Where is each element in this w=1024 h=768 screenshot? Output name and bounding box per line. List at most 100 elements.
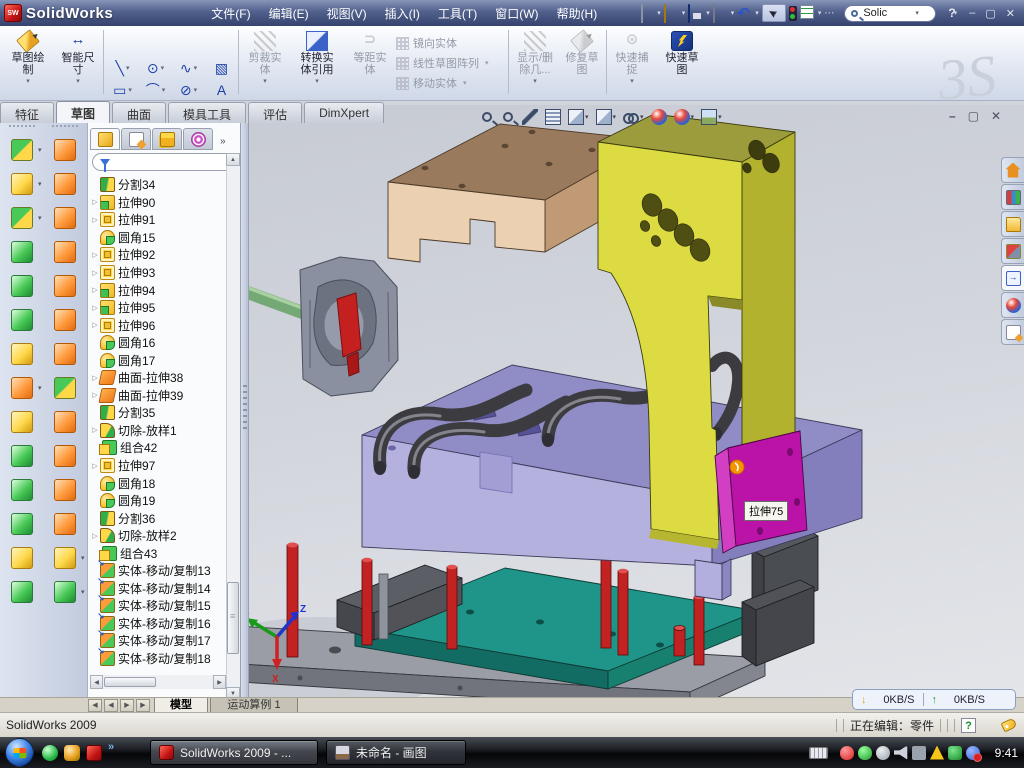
dropdown-arrow[interactable]: ▾ xyxy=(315,77,319,85)
tree-item-8[interactable]: ▷拉伸96 xyxy=(90,316,226,334)
tree-item-18[interactable]: 圆角19 xyxy=(90,492,226,510)
tree-item-22[interactable]: 实体-移动/复制13 xyxy=(90,562,226,580)
tab-configurationmanager[interactable] xyxy=(152,128,182,150)
save-icon[interactable] xyxy=(688,4,690,23)
dropdown-arrow[interactable]: ▾ xyxy=(954,9,958,17)
vertical-scroll-thumb[interactable] xyxy=(227,582,239,654)
features-tool-9[interactable] xyxy=(11,445,33,467)
mold-tool-13[interactable] xyxy=(54,581,76,603)
new-document-icon[interactable] xyxy=(641,4,643,23)
tray-volume-icon[interactable] xyxy=(894,746,908,760)
dropdown-arrow[interactable]: ▾ xyxy=(38,384,42,392)
tree-item-2[interactable]: ▷拉伸91 xyxy=(90,211,226,229)
mold-tool-3[interactable] xyxy=(54,241,76,263)
tree-item-14[interactable]: ▷切除-放样1 xyxy=(90,422,226,440)
apply-scene[interactable]: ▾ xyxy=(674,109,695,125)
mold-tool-2[interactable] xyxy=(54,207,76,229)
graphics-viewport[interactable]: Y Z X ▾▾▾▾▾ – ▢ ✕ 拉伸75 xyxy=(249,105,1024,697)
tree-item-0[interactable]: 分割34 xyxy=(90,176,226,194)
minimize-button[interactable]: – xyxy=(969,7,975,20)
sketch-entity-ellipse[interactable]: ⊘▾ xyxy=(172,79,205,101)
dropdown-arrow[interactable]: ▾ xyxy=(126,64,130,72)
convert-entities-button[interactable]: 转换实 体引用 ▾ xyxy=(290,29,344,97)
dropdown-arrow[interactable]: ▾ xyxy=(194,64,198,72)
last-tab-button[interactable]: ▶ xyxy=(136,699,150,712)
menu-item-0[interactable]: 文件(F) xyxy=(203,2,258,25)
tree-item-27[interactable]: 实体-移动/复制18 xyxy=(90,650,226,668)
taskpane-design-library[interactable] xyxy=(1001,184,1024,210)
mold-tool-0[interactable] xyxy=(54,139,76,161)
sketch-entity-arc[interactable]: ⌒▾ xyxy=(139,79,172,101)
dropdown-arrow[interactable]: ▾ xyxy=(818,9,822,17)
features-tool-13[interactable] xyxy=(11,581,33,603)
panel-overflow-button[interactable]: » xyxy=(220,136,226,147)
tags-icon[interactable] xyxy=(1001,718,1018,733)
features-tool-0[interactable] xyxy=(11,139,33,161)
tab-3[interactable]: 模具工具 xyxy=(168,102,246,123)
move-entities-button[interactable]: 移动实体 ▾ xyxy=(396,74,467,92)
tray-security-red-icon[interactable] xyxy=(840,746,854,760)
sketch-button[interactable]: 草图绘 制 ▾ xyxy=(4,29,52,97)
mold-tool-8[interactable] xyxy=(54,411,76,433)
tab-dimxpertmanager[interactable] xyxy=(183,128,213,150)
tab-1[interactable]: 草图 xyxy=(56,101,110,123)
features-tool-10[interactable] xyxy=(11,479,33,501)
tray-antivirus-icon[interactable] xyxy=(948,746,962,760)
tray-msn-icon[interactable] xyxy=(966,746,980,760)
tree-item-20[interactable]: ▷切除-放样2 xyxy=(90,527,226,545)
dropdown-arrow[interactable]: ▾ xyxy=(263,77,267,85)
trim-entities-button[interactable]: 剪裁实 体 ▾ xyxy=(242,29,288,97)
quicklaunch-messenger[interactable] xyxy=(42,745,58,761)
tree-item-15[interactable]: 组合42 xyxy=(90,439,226,457)
scroll-left-button[interactable]: ◀ xyxy=(90,675,103,689)
repair-sketch-button[interactable]: 修复草 图 xyxy=(560,29,604,97)
dropdown-arrow[interactable]: ▾ xyxy=(533,77,537,85)
dropdown-arrow[interactable]: ▾ xyxy=(640,113,644,121)
tree-item-9[interactable]: 圆角16 xyxy=(90,334,226,352)
quicklaunch-overflow-icon[interactable]: » xyxy=(108,741,114,753)
rebuild-stoplight-icon[interactable] xyxy=(789,6,797,21)
menu-item-3[interactable]: 插入(I) xyxy=(377,2,428,25)
tray-network-icon[interactable] xyxy=(912,746,926,760)
dropdown-arrow[interactable]: ▾ xyxy=(38,146,42,154)
tray-alert-icon[interactable] xyxy=(930,746,944,760)
dropdown-arrow[interactable]: ▾ xyxy=(682,9,686,17)
first-tab-button[interactable]: ◀ xyxy=(88,699,102,712)
tree-item-1[interactable]: ▷拉伸90 xyxy=(90,194,226,212)
features-tool-3[interactable] xyxy=(11,241,33,263)
features-tool-12[interactable] xyxy=(11,547,33,569)
tree-item-11[interactable]: ▷曲面-拉伸38 xyxy=(90,369,226,387)
tab-0[interactable]: 特征 xyxy=(0,102,54,123)
section-view[interactable] xyxy=(545,109,561,125)
tab-featuremanager[interactable] xyxy=(90,128,120,150)
offset-entities-button[interactable]: ⊃ 等距实 体 xyxy=(348,29,392,97)
menu-item-6[interactable]: 帮助(H) xyxy=(549,2,606,25)
tree-item-16[interactable]: ▷拉伸97 xyxy=(90,457,226,475)
tab-model[interactable]: 模型 xyxy=(154,698,208,713)
tab-motion-study[interactable]: 运动算例 1 xyxy=(210,698,298,713)
taskbar-item-paint[interactable]: 未命名 - 画图 xyxy=(326,740,466,765)
tab-5[interactable]: DimXpert xyxy=(304,102,384,123)
mold-tool-1[interactable] xyxy=(54,173,76,195)
restore-button[interactable]: ▢ xyxy=(985,7,995,20)
linear-sketch-pattern-button[interactable]: 线性草图阵列 ▾ xyxy=(396,54,489,72)
tree-item-13[interactable]: 分割35 xyxy=(90,404,226,422)
model-red-stub[interactable] xyxy=(674,626,685,657)
sketch-entity-circle[interactable]: ⊙▾ xyxy=(139,57,172,79)
sketch-entity-text[interactable]: A xyxy=(205,79,238,101)
tree-item-17[interactable]: 圆角18 xyxy=(90,474,226,492)
tab-propertymanager[interactable] xyxy=(121,128,151,150)
dropdown-arrow[interactable]: ▾ xyxy=(755,9,759,17)
toolbar-overflow-icon[interactable]: ⋯ xyxy=(824,8,834,19)
hide-show-items[interactable]: ▾ xyxy=(623,109,644,125)
tray-keyboard-icon[interactable] xyxy=(809,747,828,759)
sketch-entity-line[interactable]: ╲▾ xyxy=(106,57,139,79)
sketch-entity-spline[interactable]: ∿▾ xyxy=(172,57,205,79)
features-tool-4[interactable] xyxy=(11,275,33,297)
dropdown-arrow[interactable]: ▾ xyxy=(657,9,661,17)
toolbar-grip[interactable] xyxy=(9,125,35,130)
mold-tool-6[interactable] xyxy=(54,343,76,365)
dropdown-arrow[interactable]: ▾ xyxy=(81,554,85,562)
taskpane-custom-properties[interactable] xyxy=(1001,319,1024,345)
taskpane-file-explorer[interactable] xyxy=(1001,211,1024,237)
